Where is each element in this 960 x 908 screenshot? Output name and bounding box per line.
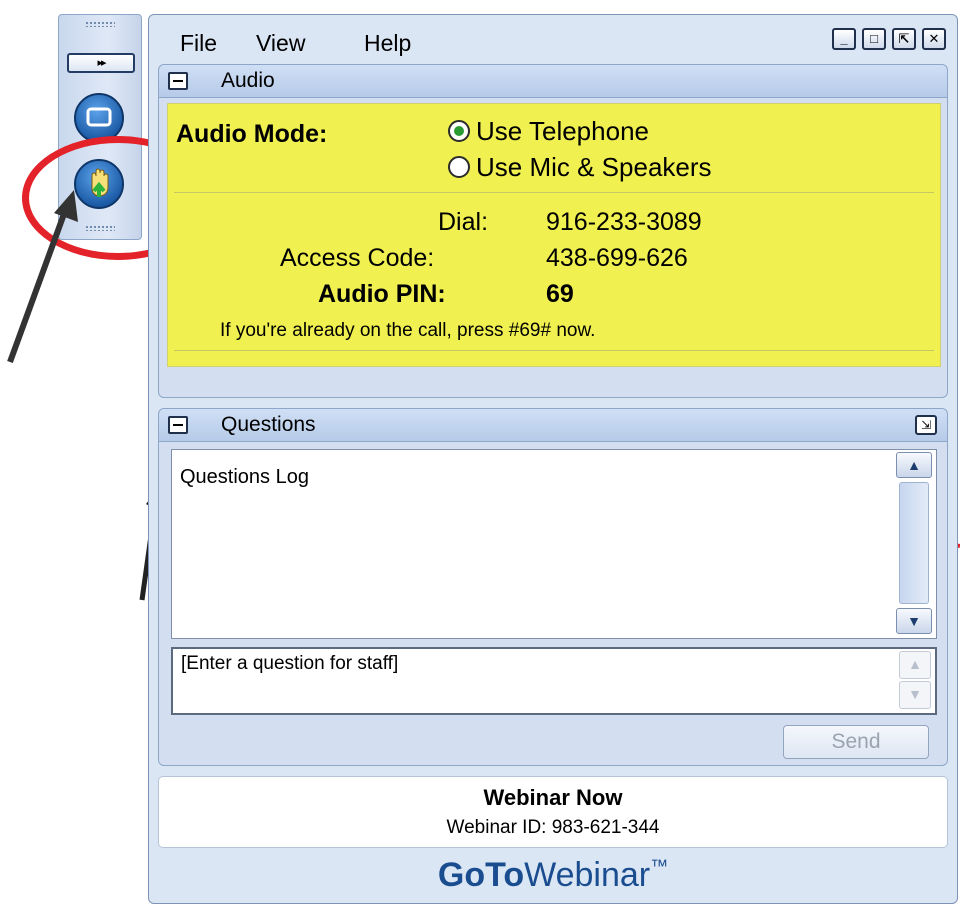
audio-section-title: Audio	[221, 69, 275, 92]
access-code-value: 438-699-626	[546, 244, 688, 272]
questions-popout-button[interactable]: ⇲	[915, 415, 937, 435]
minimize-button[interactable]: _	[832, 28, 856, 50]
questions-log-title: Questions Log	[180, 466, 309, 488]
already-on-call-note: If you're already on the call, press #69…	[220, 320, 596, 341]
audio-settings-panel: Audio Mode: Use Telephone Use Mic & Spea…	[167, 103, 941, 367]
use-telephone-label[interactable]: Use Telephone	[476, 116, 649, 147]
dial-number: 916-233-3089	[546, 208, 702, 236]
arrow-to-raise-hand	[7, 190, 78, 364]
audio-mode-label: Audio Mode:	[176, 120, 328, 148]
send-button[interactable]: Send	[783, 725, 929, 759]
menu-help[interactable]: Help	[364, 30, 411, 57]
input-scroll-up-button[interactable]: ▲	[899, 651, 931, 679]
menu-file[interactable]: File	[180, 30, 217, 57]
dial-label: Dial:	[438, 208, 489, 236]
questions-section-title: Questions	[221, 413, 316, 436]
questions-log-scrollbar[interactable]: ▲ ▼	[896, 452, 934, 636]
webinar-info: Webinar Now Webinar ID: 983-621-344	[158, 776, 948, 848]
scroll-up-button[interactable]: ▲	[896, 452, 932, 478]
scroll-down-button[interactable]: ▼	[896, 608, 932, 634]
popout-button[interactable]: ⇱	[892, 28, 916, 50]
questions-log[interactable]: Questions Log ▲ ▼	[171, 449, 937, 639]
input-scroll-down-button[interactable]: ▼	[899, 681, 931, 709]
brand-light: Webinar	[524, 856, 651, 894]
audio-pin-value: 69	[546, 280, 574, 308]
access-code-label: Access Code:	[280, 244, 435, 272]
audio-bottom-divider	[174, 350, 934, 351]
use-mic-speakers-label[interactable]: Use Mic & Speakers	[476, 152, 712, 183]
webinar-name: Webinar Now	[483, 785, 623, 810]
audio-collapse-button[interactable]	[168, 72, 188, 90]
use-telephone-radio[interactable]	[448, 120, 470, 142]
questions-collapse-button[interactable]	[168, 416, 188, 434]
question-input[interactable]: [Enter a question for staff] ▲ ▼	[171, 647, 937, 715]
questions-section: Questions ⇲ Questions Log ▲ ▼ [Enter a q…	[158, 408, 948, 766]
use-mic-speakers-radio[interactable]	[448, 156, 470, 178]
gotowebinar-logo: GoToWebinar™	[158, 856, 948, 895]
questions-section-header: Questions ⇲	[159, 409, 947, 442]
brand-bold: GoTo	[437, 856, 525, 894]
close-button[interactable]: ✕	[922, 28, 946, 50]
audio-divider	[174, 192, 934, 193]
brand-trademark: ™	[650, 856, 669, 876]
audio-section: Audio Audio Mode: Use Telephone Use Mic …	[158, 64, 948, 398]
webinar-id: Webinar ID: 983-621-344	[446, 817, 660, 838]
scroll-thumb[interactable]	[899, 482, 929, 604]
menu-view[interactable]: View	[256, 30, 305, 57]
menu-bar: File View Help _ □ ⇱ ✕	[150, 24, 956, 58]
question-input-placeholder: [Enter a question for staff]	[181, 653, 399, 674]
audio-section-header: Audio	[159, 65, 947, 98]
audio-pin-label: Audio PIN:	[318, 280, 446, 308]
restore-button[interactable]: □	[862, 28, 886, 50]
